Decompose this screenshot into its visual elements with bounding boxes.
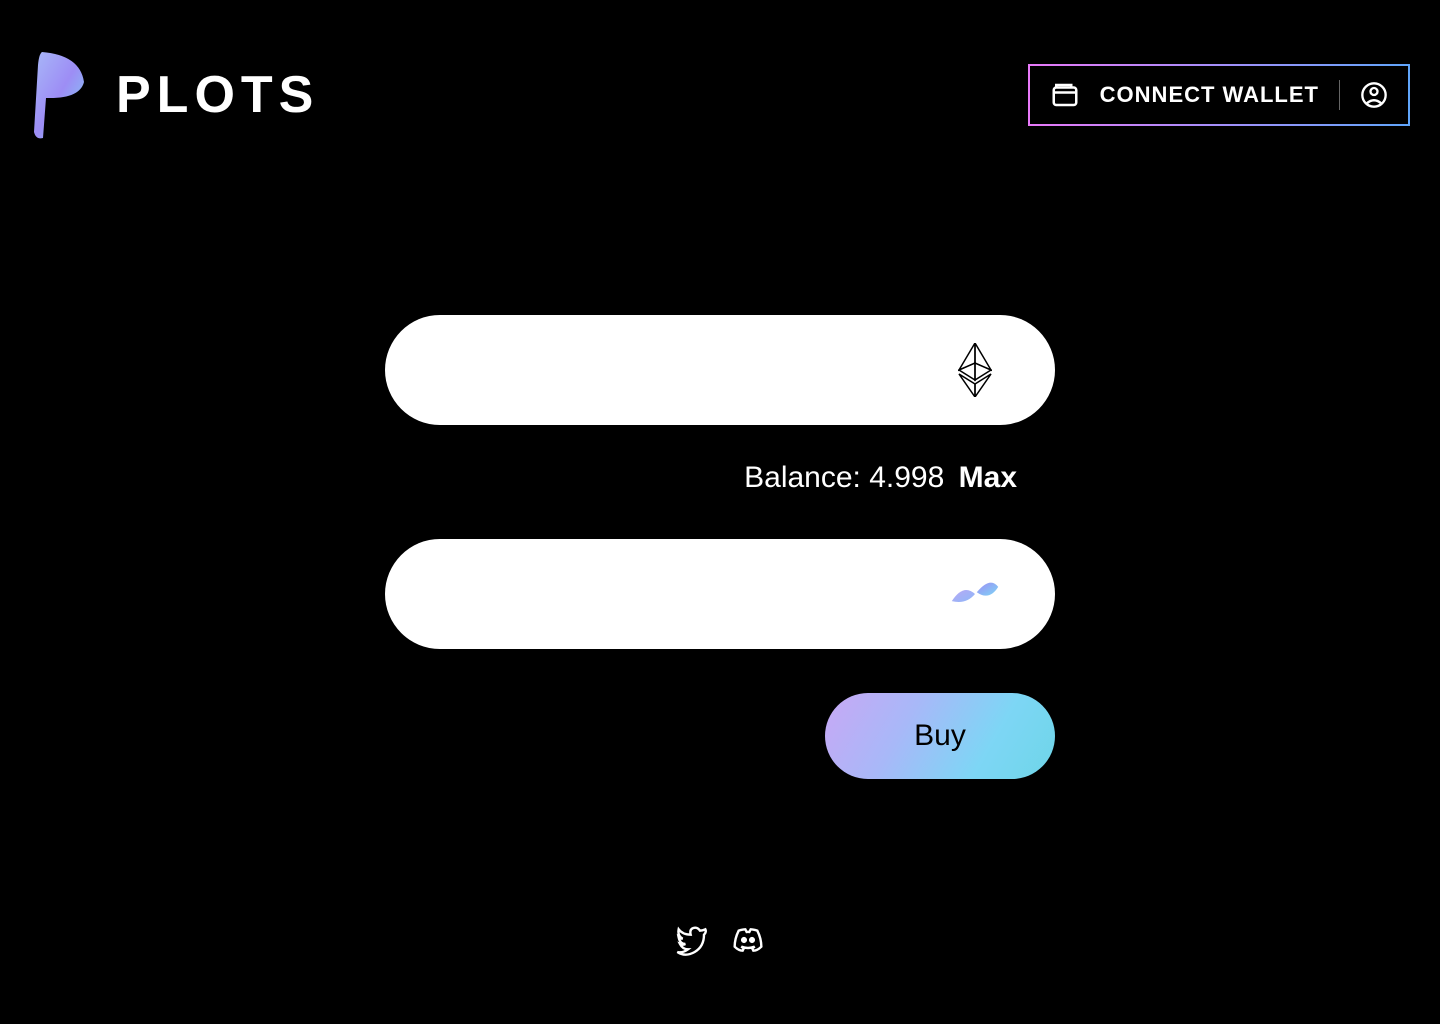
swap-form: Balance: 4.998 Max (385, 315, 1055, 779)
buy-button[interactable]: Buy (825, 693, 1055, 779)
to-amount-input-container (385, 539, 1055, 649)
user-icon (1360, 81, 1388, 109)
balance-row: Balance: 4.998 Max (385, 425, 1055, 539)
balance-label: Balance: (744, 461, 861, 494)
balance-display: Balance: 4.998 Max (744, 461, 1017, 495)
main-content: Balance: 4.998 Max (0, 315, 1440, 779)
balance-value: 4.998 (869, 461, 944, 494)
logo[interactable]: PLOTS (30, 50, 319, 140)
button-row: Buy (385, 693, 1055, 779)
plots-token-icon (950, 569, 1000, 619)
logo-text: PLOTS (116, 65, 319, 125)
connect-wallet-button[interactable]: CONNECT WALLET (1028, 64, 1410, 126)
from-amount-input-container (385, 315, 1055, 425)
connect-wallet-label: CONNECT WALLET (1100, 82, 1319, 108)
divider (1339, 80, 1340, 110)
footer-socials (676, 924, 764, 956)
from-amount-input[interactable] (445, 352, 1005, 389)
twitter-icon[interactable] (676, 924, 708, 956)
header: PLOTS CONNECT WALLET (0, 0, 1440, 140)
max-button[interactable]: Max (959, 461, 1017, 494)
plots-logo-icon (30, 50, 88, 140)
wallet-icon (1050, 80, 1080, 110)
discord-icon[interactable] (732, 924, 764, 956)
ethereum-icon (950, 345, 1000, 395)
to-amount-input[interactable] (445, 576, 1005, 613)
